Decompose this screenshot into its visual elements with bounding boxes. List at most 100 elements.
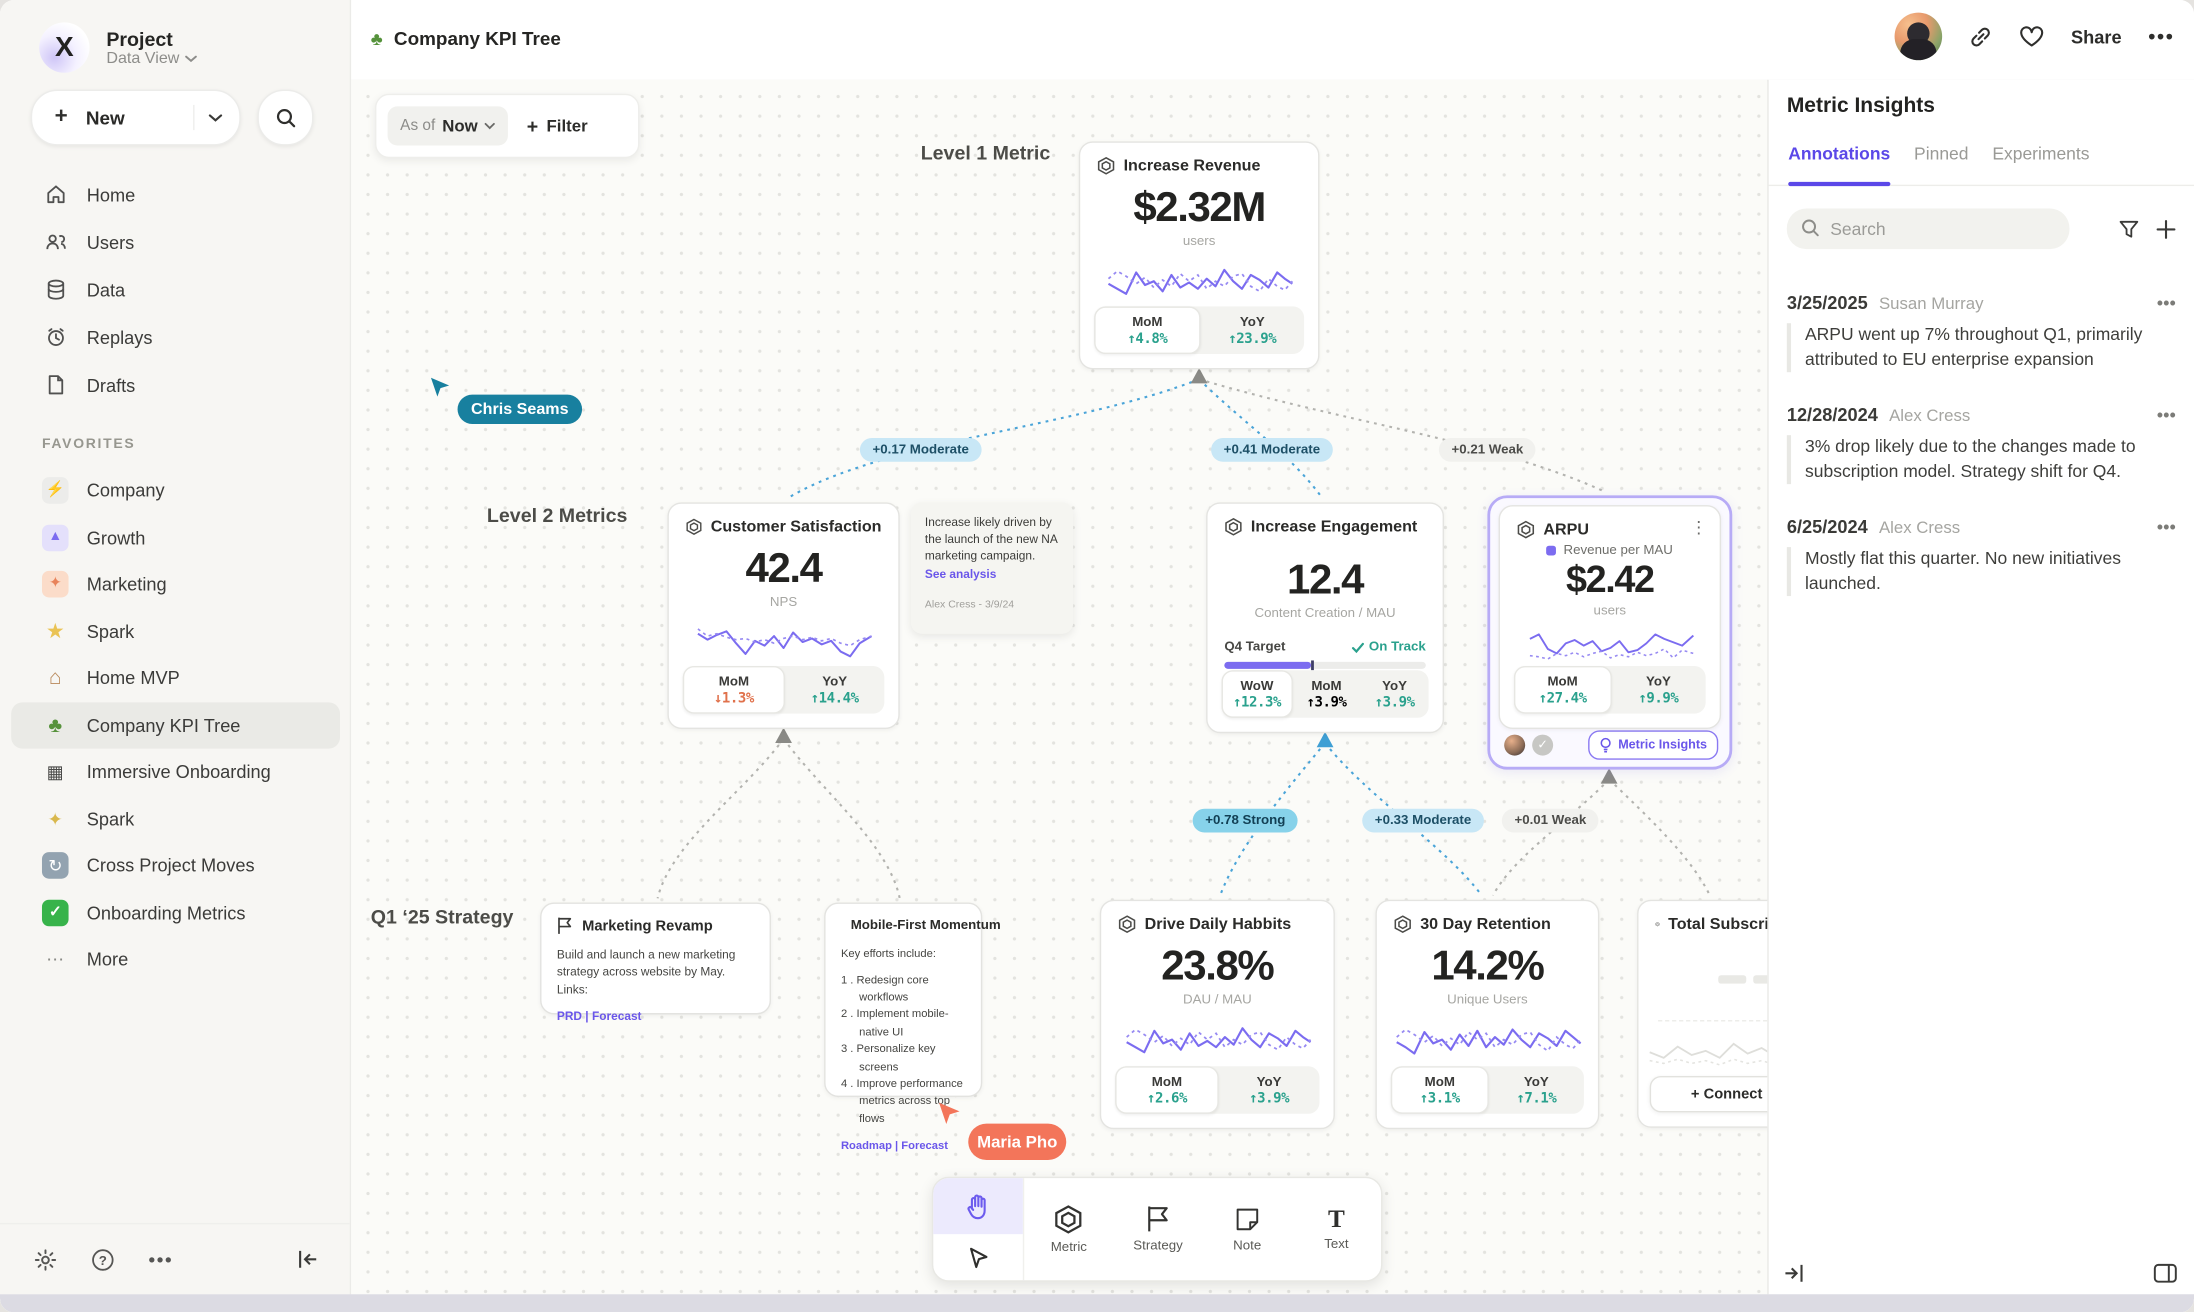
annotation-item[interactable]: 6/25/2024 Alex Cress ••• Mostly flat thi…: [1787, 516, 2176, 596]
stat-mom[interactable]: MoM ↑2.6%: [1115, 1066, 1219, 1114]
sidebar-item-home[interactable]: Home: [0, 171, 350, 219]
see-analysis-link[interactable]: See analysis: [925, 566, 1059, 580]
tool-strategy[interactable]: Strategy: [1113, 1178, 1202, 1280]
tab-annotations[interactable]: Annotations: [1788, 144, 1890, 185]
verified-badge-icon: ✓: [1532, 734, 1553, 755]
metric-card-arpu-selected[interactable]: ARPU ⋮ Revenue per MAU $2.42 users MoM ↑…: [1487, 495, 1732, 769]
stat-mom[interactable]: MoM ↑3.9%: [1292, 670, 1360, 718]
stat-wow[interactable]: WoW ↑12.3%: [1222, 670, 1293, 718]
annotation-menu-icon[interactable]: •••: [2157, 518, 2176, 536]
search-button[interactable]: [257, 90, 313, 146]
stat-yoy[interactable]: YoY ↑3.9%: [1219, 1066, 1320, 1114]
new-button[interactable]: + New: [31, 90, 241, 146]
annotation-note-card[interactable]: Increase likely driven by the launch of …: [911, 502, 1073, 634]
metric-unit: users: [1080, 234, 1318, 249]
sidebar-item-drafts[interactable]: Drafts: [0, 361, 350, 409]
metric-insights-button[interactable]: Metric Insights: [1589, 730, 1718, 759]
favorite-item-spark[interactable]: ★ Spark: [11, 608, 340, 655]
chevron-down-icon[interactable]: [208, 113, 222, 123]
stat-mom[interactable]: MoM ↓1.3%: [683, 666, 785, 714]
tree-icon: ♣: [371, 28, 383, 49]
select-cursor-tool[interactable]: [933, 1234, 1023, 1280]
ellipsis-icon: ⋯: [42, 946, 69, 973]
metric-card-total-subscriptions[interactable]: Total Subscript + Connect: [1637, 900, 1767, 1128]
sidebar-item-data[interactable]: Data: [0, 266, 350, 314]
collapse-panel-icon[interactable]: [1783, 1264, 1804, 1284]
stat-mom[interactable]: MoM ↑27.4%: [1514, 666, 1611, 714]
metric-card-arpu[interactable]: ARPU ⋮ Revenue per MAU $2.42 users MoM ↑…: [1499, 505, 1721, 729]
tool-note[interactable]: Note: [1203, 1178, 1292, 1280]
sparkline: [1115, 1014, 1319, 1064]
favorite-item-cross-project-moves[interactable]: ↻ Cross Project Moves: [11, 842, 340, 889]
add-annotation-icon[interactable]: [2156, 219, 2176, 239]
add-filter-button[interactable]: + Filter: [527, 115, 588, 137]
filter-funnel-icon[interactable]: [2118, 219, 2139, 239]
metric-card-drive-daily-habits[interactable]: Drive Daily Habbits 23.8% DAU / MAU MoM …: [1100, 900, 1335, 1129]
app-window: Χ Project Data View + New Home: [0, 0, 2194, 1312]
metric-hexagon-icon: [1118, 915, 1136, 933]
favorite-item-onboarding-metrics[interactable]: ✓ Onboarding Metrics: [11, 889, 340, 936]
workspace-logo[interactable]: Χ: [39, 22, 89, 72]
as-of-selector[interactable]: As of Now: [388, 106, 509, 145]
share-button[interactable]: Share: [2071, 26, 2122, 47]
favorite-item-spark-2[interactable]: ✦ Spark: [11, 795, 340, 842]
favorite-item-growth[interactable]: ▲ Growth: [11, 514, 340, 561]
annotation-menu-icon[interactable]: •••: [2157, 406, 2176, 424]
sparkline: [1512, 625, 1708, 670]
strategy-card-marketing-revamp[interactable]: Marketing Revamp Build and launch a new …: [540, 903, 771, 1015]
strategy-links[interactable]: Roadmap | Forecast: [841, 1139, 966, 1152]
stat-mom[interactable]: MoM ↑4.8%: [1094, 306, 1200, 354]
pan-hand-tool[interactable]: [933, 1178, 1023, 1234]
horizontal-scrollbar[interactable]: [0, 1294, 2194, 1312]
annotation-item[interactable]: 3/25/2025 Susan Murray ••• ARPU went up …: [1787, 292, 2176, 372]
sidebar-more-button[interactable]: ⋯ More: [11, 936, 340, 983]
favorite-item-company[interactable]: ⚡ Company: [11, 467, 340, 514]
metric-card-increase-engagement[interactable]: Increase Engagement 12.4 Content Creatio…: [1206, 502, 1444, 733]
topbar-menu-icon[interactable]: •••: [2148, 24, 2174, 48]
strategy-card-mobile-first[interactable]: Mobile-First Momentum Key efforts includ…: [824, 903, 982, 1097]
annotation-menu-icon[interactable]: •••: [2157, 294, 2176, 312]
stat-yoy[interactable]: YoY ↑23.9%: [1201, 306, 1305, 354]
tab-pinned[interactable]: Pinned: [1914, 144, 1968, 185]
plus-icon: +: [55, 105, 68, 130]
annotation-item[interactable]: 12/28/2024 Alex Cress ••• 3% drop likely…: [1787, 404, 2176, 484]
sidebar-item-users[interactable]: Users: [0, 218, 350, 266]
collapse-sidebar-icon[interactable]: [298, 1250, 319, 1270]
favorite-item-immersive-onboarding[interactable]: ▦ Immersive Onboarding: [11, 749, 340, 796]
metric-card-30-day-retention[interactable]: 30 Day Retention 14.2% Unique Users MoM …: [1375, 900, 1599, 1129]
cursor-label-maria: Maria Pho: [968, 1124, 1066, 1160]
tool-text[interactable]: T Text: [1292, 1178, 1381, 1280]
project-view-switcher[interactable]: Data View: [106, 50, 197, 67]
kpi-tree-canvas[interactable]: As of Now + Filter Level 1 Metric Level …: [351, 80, 1767, 1295]
users-icon: [45, 231, 67, 253]
copy-link-icon[interactable]: [1969, 24, 1993, 48]
edge-label: +0.01 Weak: [1502, 809, 1599, 833]
card-menu-icon[interactable]: ⋮: [1690, 518, 1707, 538]
favorite-item-marketing[interactable]: ✦ Marketing: [11, 561, 340, 608]
collaborator-avatar: [1504, 734, 1525, 755]
stat-mom[interactable]: MoM ↑3.1%: [1391, 1066, 1489, 1114]
help-icon[interactable]: ?: [91, 1247, 115, 1271]
user-avatar[interactable]: [1895, 13, 1943, 61]
sidebar-item-replays[interactable]: Replays: [0, 313, 350, 361]
favorite-item-home-mvp[interactable]: ⌂ Home MVP: [11, 655, 340, 702]
check-icon: ✓: [42, 899, 69, 926]
annotations-search-input[interactable]: [1787, 208, 2070, 249]
settings-gear-icon[interactable]: [34, 1247, 58, 1271]
strategy-links[interactable]: PRD | Forecast: [557, 1009, 754, 1023]
stat-yoy[interactable]: YoY ↑7.1%: [1489, 1066, 1584, 1114]
stat-yoy[interactable]: YoY ↑9.9%: [1611, 666, 1705, 714]
on-track-status: On Track: [1352, 639, 1426, 654]
more-options-icon[interactable]: •••: [148, 1248, 173, 1270]
stat-yoy[interactable]: YoY ↑14.4%: [785, 666, 884, 714]
metric-card-increase-revenue[interactable]: Increase Revenue $2.32M users MoM ↑4.8% …: [1079, 141, 1320, 369]
metric-card-customer-satisfaction[interactable]: Customer Satisfaction 42.4 NPS MoM ↓1.3%…: [667, 502, 899, 729]
favorite-item-company-kpi-tree[interactable]: ♣ Company KPI Tree: [11, 702, 340, 749]
layout-panel-icon[interactable]: [2153, 1264, 2177, 1284]
favorite-heart-icon[interactable]: [2019, 25, 2044, 47]
tab-experiments[interactable]: Experiments: [1992, 144, 2089, 185]
stat-yoy[interactable]: YoY ↑3.9%: [1361, 670, 1429, 718]
connect-data-button[interactable]: + Connect: [1650, 1076, 1768, 1112]
level-1-label: Level 1 Metric: [921, 141, 1051, 163]
tool-metric[interactable]: Metric: [1024, 1178, 1113, 1280]
